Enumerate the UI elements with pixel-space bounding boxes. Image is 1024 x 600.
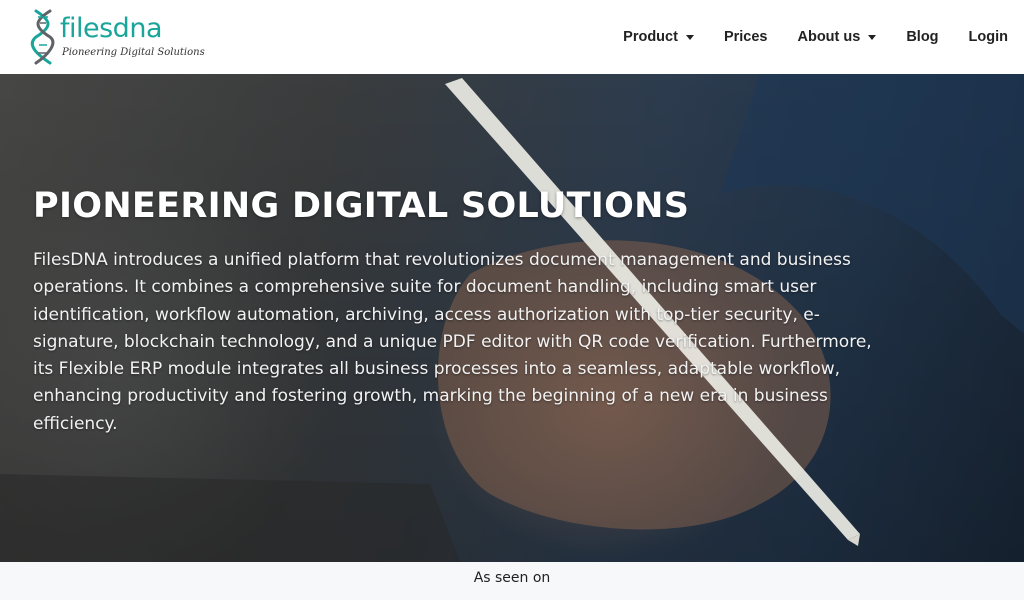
nav-item-label: Product	[623, 29, 678, 45]
nav-item-login[interactable]: Login	[969, 29, 1008, 45]
as-seen-on-label: As seen on	[473, 570, 551, 586]
hero-title: PIONEERING DIGITAL SOLUTIONS	[33, 186, 690, 226]
nav-item-label: About us	[797, 29, 861, 45]
nav-item-label: Prices	[723, 29, 768, 45]
nav-item-product[interactable]: Product	[623, 29, 694, 45]
brand-logo[interactable]: filesdna Pioneering Digital Solutions	[30, 9, 205, 65]
nav-item-label: Blog	[906, 29, 939, 45]
brand-tagline: Pioneering Digital Solutions	[62, 47, 205, 58]
chevron-down-icon	[685, 34, 694, 40]
hero-description: FilesDNA introduces a unified platform t…	[33, 250, 872, 434]
as-seen-on-section: As seen on	[0, 562, 1024, 600]
main-nav: Product Prices About us Blog Login	[593, 0, 1008, 74]
nav-item-label: Login	[968, 29, 1008, 45]
brand-name: filesdna	[60, 13, 162, 44]
nav-item-blog[interactable]: Blog	[906, 29, 938, 45]
nav-item-about-us[interactable]: About us	[797, 29, 877, 45]
chevron-down-icon	[868, 34, 877, 40]
hero-section: PIONEERING DIGITAL SOLUTIONS FilesDNA in…	[0, 74, 1024, 562]
dna-helix-icon	[30, 9, 55, 65]
nav-item-prices[interactable]: Prices	[724, 29, 768, 45]
site-header: filesdna Pioneering Digital Solutions Pr…	[0, 0, 1024, 74]
